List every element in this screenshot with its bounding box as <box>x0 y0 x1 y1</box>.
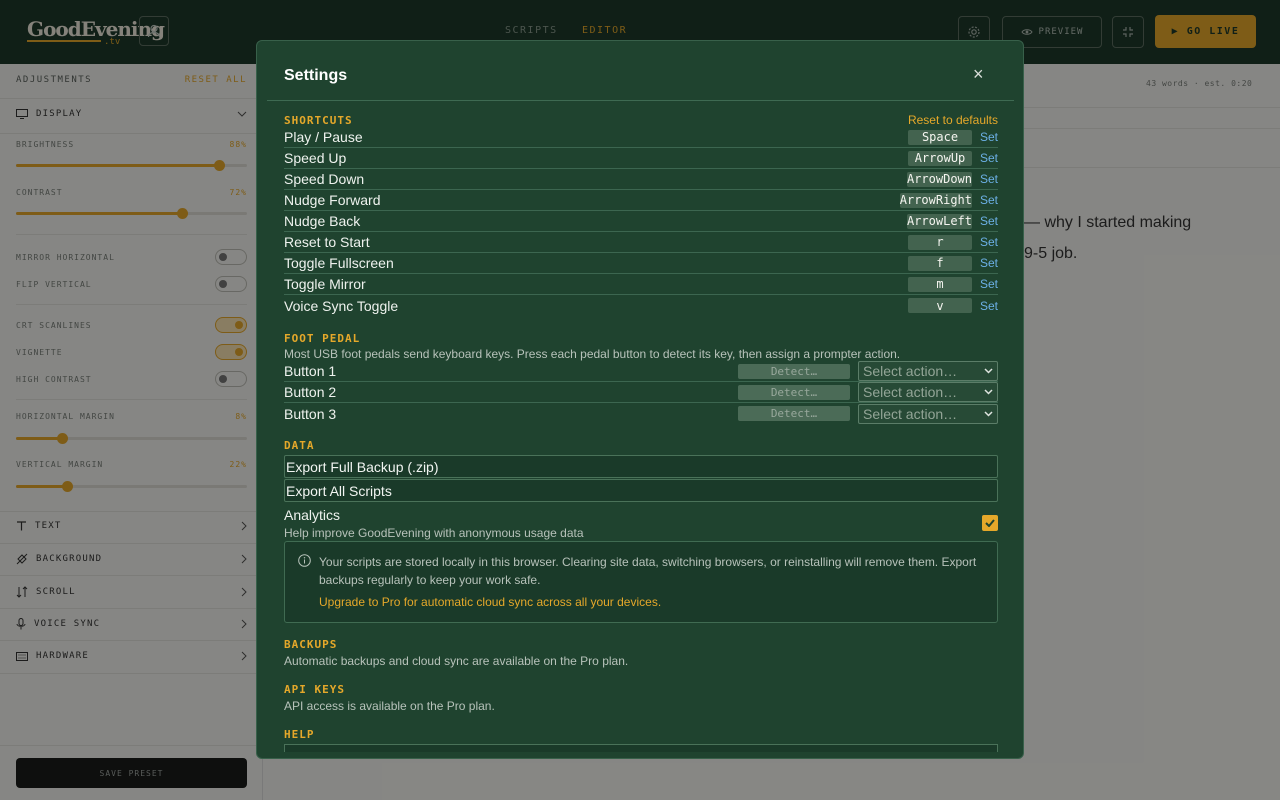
select-value: Select action… <box>863 405 958 422</box>
divider <box>267 100 1014 101</box>
key-badge: f <box>908 255 972 271</box>
shortcuts-header: SHORTCUTS Reset to defaults <box>284 113 998 127</box>
pedal-label: Button 1 <box>284 363 337 379</box>
detect-button[interactable]: Detect… <box>738 406 850 421</box>
checkmark-icon <box>985 519 995 527</box>
pedal-list: Button 1 Detect… Select action… Button 2 De… <box>284 361 998 424</box>
shortcut-label: Reset to Start <box>284 234 370 250</box>
section-title: API KEYS <box>284 683 345 696</box>
settings-modal: Settings × SHORTCUTS Reset to defaults P… <box>256 40 1024 759</box>
shortcut-label: Voice Sync Toggle <box>284 297 399 314</box>
pedal-row: Button 2 Detect… Select action… <box>284 382 998 403</box>
section-title: BACKUPS <box>284 638 338 651</box>
key-badge: m <box>908 276 972 292</box>
shortcut-label: Toggle Mirror <box>284 276 366 292</box>
detect-button[interactable]: Detect… <box>738 384 850 400</box>
shortcut-row: Speed Down ArrowDown Set <box>284 169 998 190</box>
key-badge: ArrowRight <box>899 192 972 208</box>
set-button[interactable]: Set <box>972 256 998 270</box>
shortcut-list: Play / Pause Space Set Speed Up ArrowUp Set … <box>284 127 998 316</box>
foot-pedal-description: Most USB foot pedals send keyboard keys.… <box>284 347 901 361</box>
info-icon <box>298 554 311 567</box>
shortcut-row: Toggle Mirror m Set <box>284 274 998 295</box>
section-title: FOOT PEDAL <box>284 332 361 345</box>
set-button[interactable]: Set <box>972 193 998 207</box>
modal-body: SHORTCUTS Reset to defaults Play / Pause… <box>284 113 998 752</box>
shortcut-row: Toggle Fullscreen f Set <box>284 253 998 274</box>
chevron-down-icon <box>984 368 993 374</box>
key-badge: ArrowLeft <box>906 213 972 229</box>
key-badge: Space <box>908 129 972 145</box>
set-button[interactable]: Set <box>972 130 998 144</box>
shortcut-label: Nudge Back <box>284 213 361 229</box>
shortcut-label: Speed Down <box>284 171 365 187</box>
shortcut-row: Play / Pause Space Set <box>284 127 998 148</box>
key-badge: ArrowUp <box>908 150 972 166</box>
api-keys-description: API access is available on the Pro plan. <box>284 699 495 713</box>
section-title: HELP <box>284 728 315 741</box>
export-backup-button[interactable]: Export Full Backup (.zip) <box>284 455 998 478</box>
shortcut-label: Play / Pause <box>284 129 363 145</box>
detect-button[interactable]: Detect… <box>738 363 850 379</box>
shortcut-row: Nudge Forward ArrowRight Set <box>284 190 998 211</box>
key-badge: v <box>908 298 972 313</box>
analytics-description: Help improve GoodEvening with anonymous … <box>284 526 584 540</box>
modal-title: Settings <box>284 67 348 84</box>
section-title: DATA <box>284 439 315 452</box>
backups-description: Automatic backups and cloud sync are ava… <box>284 654 629 668</box>
action-select[interactable]: Select action… <box>858 382 998 402</box>
storage-notice: Your scripts are stored locally in this … <box>284 541 998 623</box>
reset-defaults-link[interactable]: Reset to defaults <box>908 113 998 127</box>
upgrade-link[interactable]: Upgrade to Pro for automatic cloud sync … <box>319 593 985 611</box>
key-badge: ArrowDown <box>906 171 972 187</box>
pedal-label: Button 2 <box>284 384 337 400</box>
chevron-down-icon <box>984 389 993 395</box>
shortcut-label: Speed Up <box>284 150 347 166</box>
analytics-row: Analytics Help improve GoodEvening with … <box>284 506 998 540</box>
pedal-label: Button 3 <box>284 405 337 422</box>
set-button[interactable]: Set <box>972 235 998 249</box>
set-button[interactable]: Set <box>972 214 998 228</box>
shortcut-row: Reset to Start r Set <box>284 232 998 253</box>
action-select[interactable]: Select action… <box>858 361 998 381</box>
set-button[interactable]: Set <box>972 151 998 165</box>
shortcut-label: Toggle Fullscreen <box>284 255 394 271</box>
select-value: Select action… <box>863 384 958 400</box>
close-button[interactable]: × <box>973 64 984 85</box>
help-panel <box>284 744 998 752</box>
analytics-checkbox[interactable] <box>982 515 998 531</box>
shortcut-row: Nudge Back ArrowLeft Set <box>284 211 998 232</box>
pedal-row: Button 1 Detect… Select action… <box>284 361 998 382</box>
analytics-label: Analytics <box>284 507 341 523</box>
set-button[interactable]: Set <box>972 299 998 313</box>
set-button[interactable]: Set <box>972 172 998 186</box>
shortcut-row: Speed Up ArrowUp Set <box>284 148 998 169</box>
storage-notice-text: Your scripts are stored locally in this … <box>319 555 977 587</box>
shortcut-row: Voice Sync Toggle v Set <box>284 295 998 316</box>
select-value: Select action… <box>863 363 958 379</box>
shortcut-label: Nudge Forward <box>284 192 381 208</box>
chevron-down-icon <box>984 410 993 417</box>
section-title: SHORTCUTS <box>284 114 353 127</box>
set-button[interactable]: Set <box>972 277 998 291</box>
export-scripts-button[interactable]: Export All Scripts <box>284 479 998 502</box>
pedal-row: Button 3 Detect… Select action… <box>284 403 998 424</box>
key-badge: r <box>908 234 972 250</box>
action-select[interactable]: Select action… <box>858 403 998 424</box>
